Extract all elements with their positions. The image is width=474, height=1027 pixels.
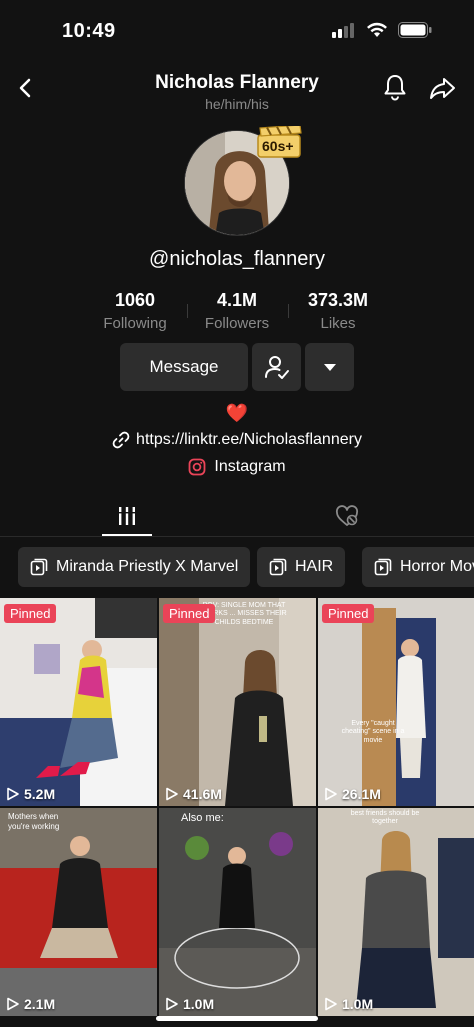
pinned-badge: Pinned xyxy=(322,604,375,623)
playlist-chip-label: Horror Movie xyxy=(400,558,474,575)
video-caption-overlay: best friends should be together xyxy=(350,810,420,826)
video-thumbnail-image xyxy=(318,598,474,806)
tab-videos[interactable] xyxy=(102,503,152,529)
username: @nicholas_flannery xyxy=(149,248,325,270)
bell-icon xyxy=(384,75,406,101)
profile-header: Nicholas Flannery he/him/his xyxy=(0,66,474,114)
grid-icon xyxy=(119,507,135,525)
playlist-chip[interactable]: HAIR xyxy=(257,547,346,587)
profile-stats: 1060 Following 4.1M Followers 373.3M Lik… xyxy=(0,290,474,334)
view-count-value: 5.2M xyxy=(24,786,56,802)
user-check-icon xyxy=(264,356,289,379)
instagram-label[interactable]: Instagram xyxy=(214,458,285,476)
bio-heart: ❤️ xyxy=(225,403,249,423)
bio-link-text[interactable]: https://linktr.ee/Nicholasflannery xyxy=(136,431,362,449)
status-icons xyxy=(332,22,432,38)
tab-liked[interactable] xyxy=(322,503,372,529)
view-count-value: 2.1M xyxy=(24,996,56,1012)
stat-likes: 373.3M Likes xyxy=(278,290,398,332)
pinned-badge: Pinned xyxy=(163,604,216,623)
view-count: 41.6M xyxy=(165,786,222,802)
content-tabs xyxy=(0,495,474,537)
playlist-icon xyxy=(30,558,48,576)
video-thumbnail-image xyxy=(159,808,316,1016)
video-thumbnail-image xyxy=(0,598,157,806)
playlist-chip-label: Miranda Priestly X Marvel xyxy=(56,558,239,575)
playlist-chip[interactable]: Miranda Priestly X Marvel xyxy=(18,547,251,587)
playlist-icon xyxy=(269,558,287,576)
video-grid: Pinned 5.2M POV: SINGLE MOM THAT WORKS .… xyxy=(0,598,474,1027)
video-thumbnail[interactable]: Every "caught cheating" scene in a movie… xyxy=(318,598,474,806)
play-outline-icon xyxy=(166,787,178,801)
share-button[interactable] xyxy=(428,74,458,102)
instagram-link[interactable]: Instagram xyxy=(0,458,474,476)
view-count-value: 26.1M xyxy=(342,786,381,802)
view-count: 1.0M xyxy=(165,996,214,1012)
video-caption-overlay: Also me: xyxy=(181,812,224,824)
signal-icon xyxy=(332,23,354,38)
video-thumbnail[interactable]: POV: SINGLE MOM THAT WORKS ... MISSES TH… xyxy=(159,598,316,806)
pinned-badge: Pinned xyxy=(4,604,57,623)
view-count-value: 1.0M xyxy=(183,996,215,1012)
age-badge: 60s+ xyxy=(256,124,304,160)
likes-label: Likes xyxy=(320,315,356,332)
playlist-chip[interactable]: Horror Movie xyxy=(362,547,474,587)
playlist-row: Miranda Priestly X Marvel HAIR Horror Mo… xyxy=(0,547,474,589)
notifications-button[interactable] xyxy=(380,72,410,102)
view-count-value: 1.0M xyxy=(342,996,374,1012)
instagram-icon xyxy=(189,458,206,476)
video-thumbnail[interactable]: Also me: 1.0M xyxy=(159,808,316,1016)
tab-active-indicator xyxy=(102,534,152,536)
message-button[interactable]: Message xyxy=(120,343,248,391)
view-count: 26.1M xyxy=(324,786,381,802)
more-options-button[interactable] xyxy=(305,343,354,391)
video-thumbnail-image xyxy=(0,808,157,1016)
view-count-value: 41.6M xyxy=(183,786,222,802)
play-outline-icon xyxy=(7,787,19,801)
video-thumbnail[interactable]: best friends should be together 1.0M xyxy=(318,808,474,1016)
play-outline-icon xyxy=(166,997,178,1011)
link-icon xyxy=(112,431,130,449)
play-outline-icon xyxy=(325,787,337,801)
wifi-icon xyxy=(367,22,387,37)
profile-actions: Message xyxy=(0,343,474,391)
battery-icon xyxy=(398,22,432,38)
caret-down-icon xyxy=(323,364,336,371)
view-count: 2.1M xyxy=(6,996,55,1012)
playlist-icon xyxy=(374,558,392,576)
following-status-button[interactable] xyxy=(252,343,301,391)
status-time: 10:49 xyxy=(62,20,116,42)
avatar-wrapper[interactable]: 60s+ xyxy=(184,124,302,238)
video-thumbnail[interactable]: Mothers when you're working 2.1M xyxy=(0,808,157,1016)
video-thumbnail-image xyxy=(318,808,474,1016)
view-count: 1.0M xyxy=(324,996,373,1012)
likes-count: 373.3M xyxy=(307,290,369,310)
play-outline-icon xyxy=(325,997,337,1011)
video-caption-overlay: Every "caught cheating" scene in a movie xyxy=(341,720,405,744)
share-arrow-icon xyxy=(430,78,455,99)
playlist-chip-label: HAIR xyxy=(295,558,334,575)
video-caption-overlay: Mothers when you're working xyxy=(8,812,60,831)
home-indicator[interactable] xyxy=(156,1016,318,1021)
hidden-heart-icon xyxy=(335,505,359,526)
play-outline-icon xyxy=(7,997,19,1011)
bio-link[interactable]: https://linktr.ee/Nicholasflannery xyxy=(0,431,474,449)
video-thumbnail-image xyxy=(159,598,316,806)
age-badge-label: 60s+ xyxy=(262,138,294,154)
view-count: 5.2M xyxy=(6,786,55,802)
status-bar: 10:49 xyxy=(0,0,474,60)
video-thumbnail[interactable]: Pinned 5.2M xyxy=(0,598,157,806)
